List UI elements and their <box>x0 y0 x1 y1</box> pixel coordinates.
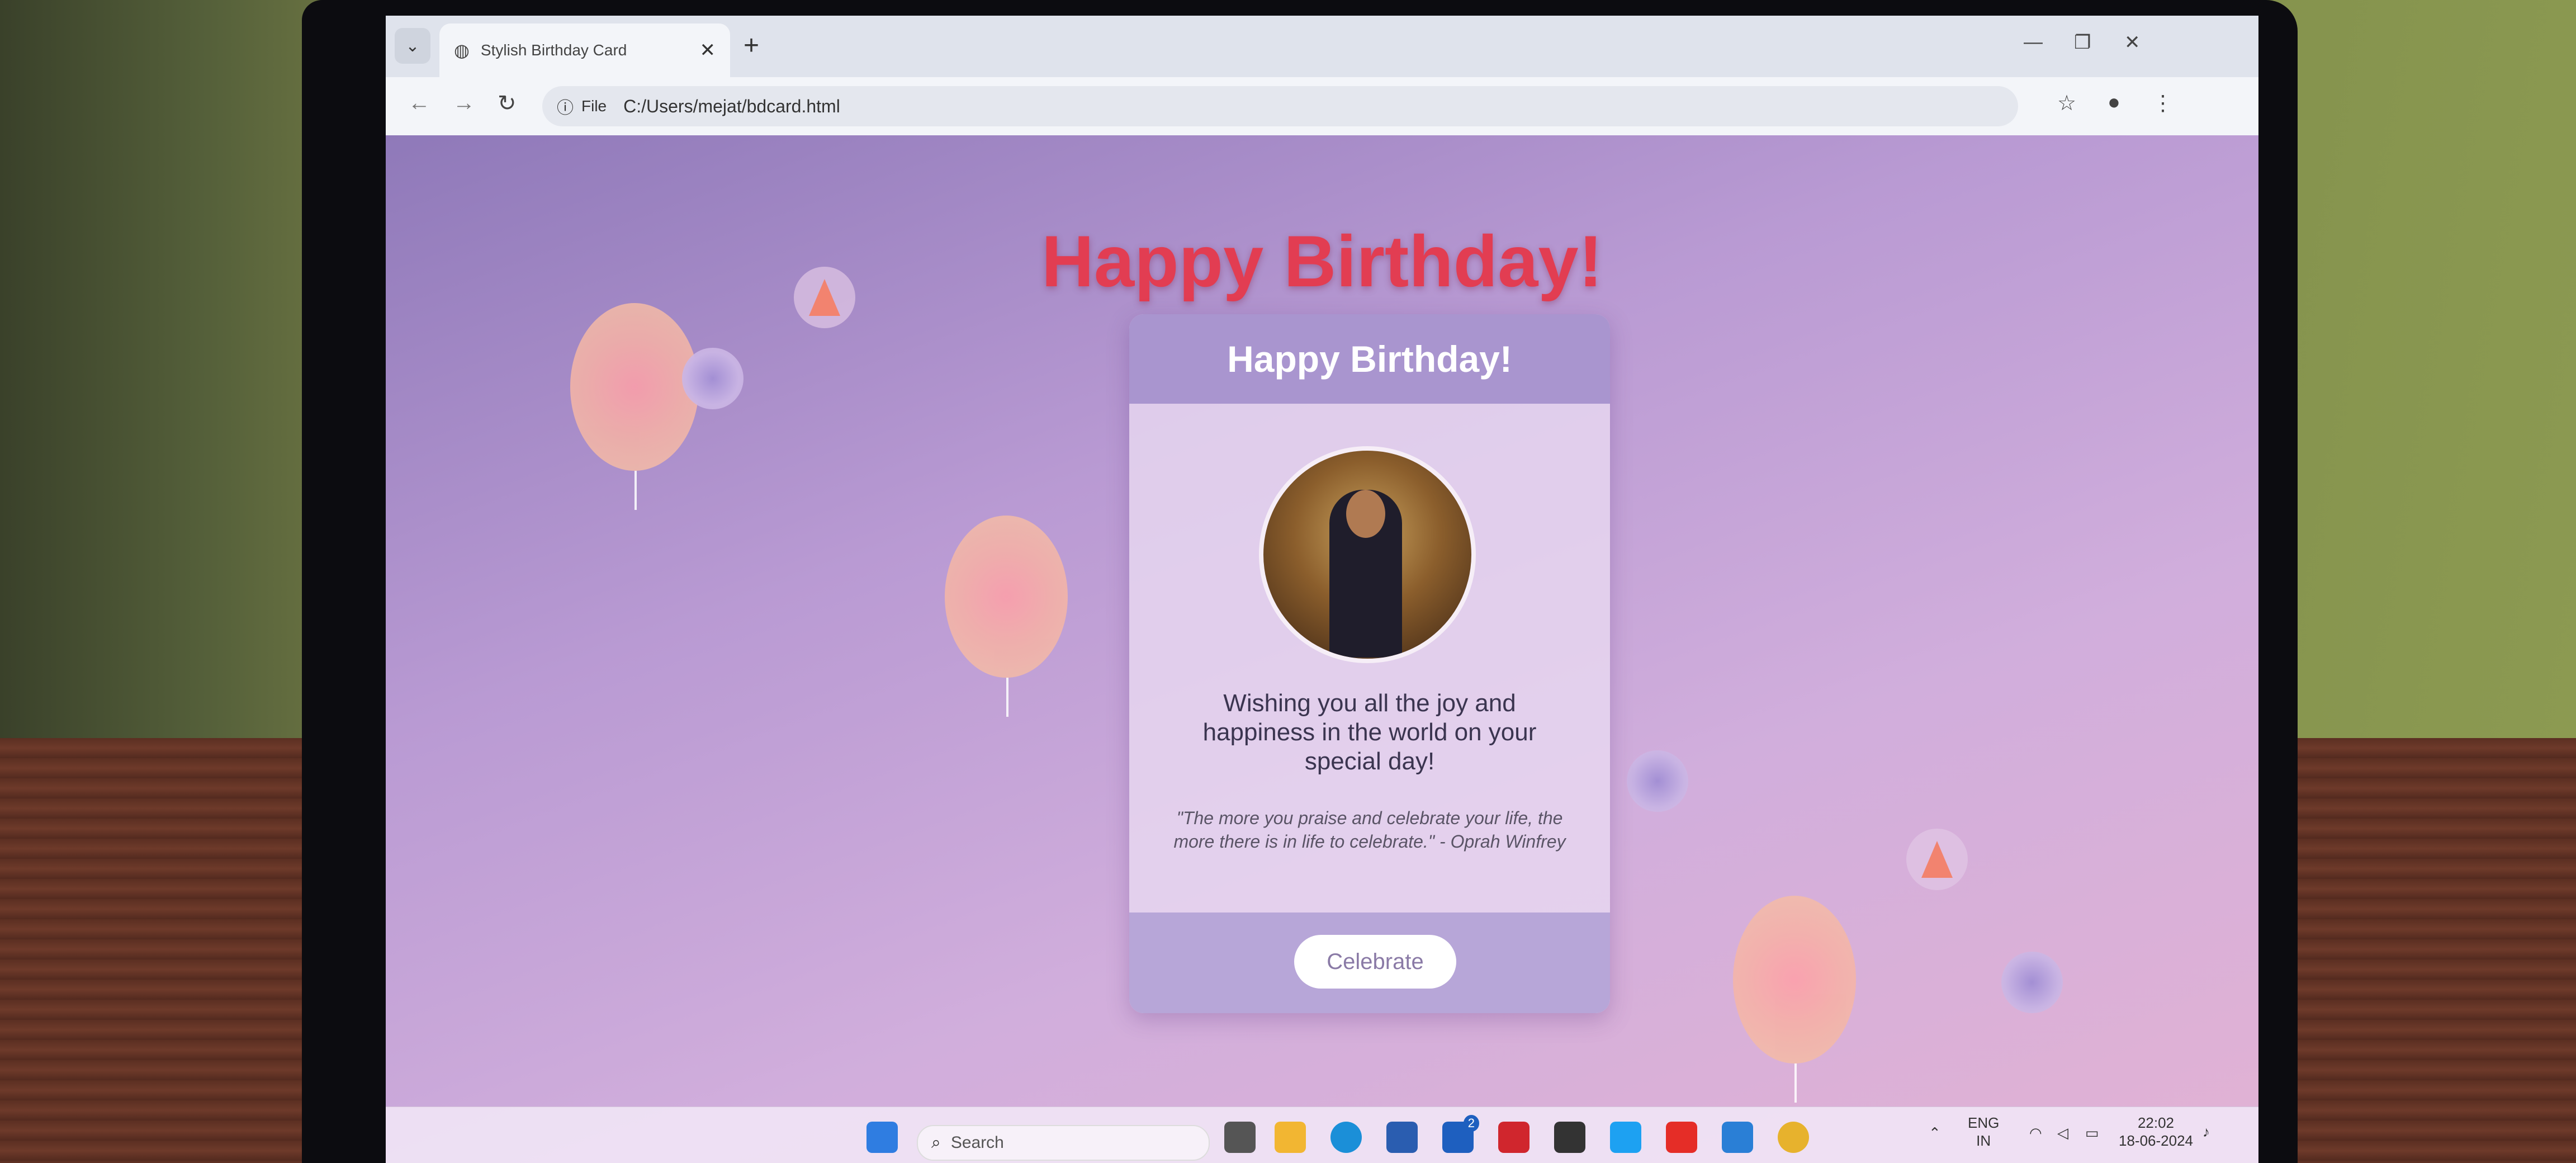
laptop-screen: ⌄ ◍ Stylish Birthday Card ✕ + — ❐ ✕ ← → … <box>386 16 2258 1163</box>
party-hat-icon <box>1906 829 1968 890</box>
mcafee-icon[interactable] <box>1498 1122 1530 1153</box>
language-code: ENG <box>1968 1114 2000 1131</box>
edge-icon[interactable] <box>1330 1122 1362 1153</box>
birthday-card: Happy Birthday! Wishing you all the joy … <box>1129 314 1610 1013</box>
maximize-icon[interactable]: ❐ <box>2074 31 2091 54</box>
browser-tab-bar: ⌄ ◍ Stylish Birthday Card ✕ + — ❐ ✕ <box>386 16 2258 77</box>
background-wall <box>0 0 347 811</box>
page-heading: Happy Birthday! <box>1041 220 1603 302</box>
language-indicator[interactable]: ENG IN <box>1968 1114 1999 1150</box>
browser-toolbar: ← → ↻ ⓘ File C:/Users/mejat/bdcard.html … <box>386 77 2258 136</box>
bubble <box>2001 952 2063 1013</box>
wifi-icon[interactable]: ◠ <box>2029 1124 2042 1142</box>
new-tab-button[interactable]: + <box>744 30 759 61</box>
windows-taskbar: ⌕ Search 2 ⌃ ENG IN ◠ ◁ ▭ 22:02 18-06-20… <box>386 1107 2258 1163</box>
celebrate-button[interactable]: Celebrate <box>1294 935 1456 989</box>
close-tab-icon[interactable]: ✕ <box>700 39 716 62</box>
balloon-string <box>634 471 637 510</box>
windows-start-icon[interactable] <box>866 1122 898 1153</box>
search-placeholder: Search <box>950 1133 1004 1152</box>
bubble <box>682 348 744 409</box>
battery-icon[interactable]: ▭ <box>2085 1124 2099 1142</box>
forward-icon[interactable]: → <box>453 91 475 116</box>
balloon <box>945 516 1068 717</box>
twitter-icon[interactable] <box>1610 1122 1641 1153</box>
back-icon[interactable]: ← <box>408 91 430 116</box>
clock-time: 22:02 <box>2137 1114 2175 1131</box>
bookmark-star-icon[interactable]: ☆ <box>2057 91 2076 116</box>
scheme-label: File <box>581 97 607 115</box>
birthday-quote: "The more you praise and celebrate your … <box>1173 808 1566 852</box>
info-icon[interactable]: ⓘ <box>557 94 574 119</box>
card-header: Happy Birthday! <box>1129 314 1610 404</box>
tab-search-dropdown-icon[interactable]: ⌄ <box>395 28 430 64</box>
birthday-message: Wishing you all the joy and happiness in… <box>1202 689 1537 775</box>
taskbar-search[interactable]: ⌕ Search <box>917 1125 1210 1161</box>
tab-title: Stylish Birthday Card <box>480 41 627 59</box>
profile-icon[interactable]: ● <box>2108 91 2120 115</box>
vscode-icon[interactable] <box>1722 1122 1753 1153</box>
minimize-icon[interactable]: — <box>2024 31 2043 53</box>
notification-bell-icon[interactable]: ♪ <box>2203 1123 2210 1141</box>
balloon-string <box>1006 678 1008 717</box>
task-view-icon[interactable] <box>1224 1122 1256 1153</box>
reload-icon[interactable]: ↻ <box>498 91 517 116</box>
menu-kebab-icon[interactable]: ⋮ <box>2152 91 2174 116</box>
party-hat-icon <box>794 267 855 328</box>
dropbox-icon[interactable] <box>1554 1122 1585 1153</box>
tray-chevron-icon[interactable]: ⌃ <box>1929 1124 1941 1142</box>
bubble <box>1627 750 1688 812</box>
balloon-string <box>1794 1063 1797 1103</box>
file-explorer-icon[interactable] <box>1275 1122 1306 1153</box>
app-l-icon[interactable]: 2 <box>1442 1115 1479 1153</box>
page-content: Happy Birthday! Happy Birthday! Wishing … <box>386 135 2258 1163</box>
balloon <box>1733 896 1856 1103</box>
youtube-icon[interactable] <box>1666 1122 1697 1153</box>
volume-icon[interactable]: ◁ <box>2057 1124 2068 1142</box>
clock[interactable]: 22:02 18-06-2024 <box>2119 1114 2193 1150</box>
card-title: Happy Birthday! <box>1227 338 1512 380</box>
search-icon: ⌕ <box>931 1133 941 1152</box>
store-icon[interactable] <box>1386 1122 1418 1153</box>
browser-tab[interactable]: ◍ Stylish Birthday Card ✕ <box>439 23 730 77</box>
balloon <box>570 303 699 510</box>
card-footer: Celebrate <box>1129 913 1610 1013</box>
url-text: C:/Users/mejat/bdcard.html <box>623 96 840 116</box>
close-window-icon[interactable]: ✕ <box>2124 31 2141 54</box>
chrome-icon[interactable] <box>1778 1122 1809 1153</box>
clock-date: 18-06-2024 <box>2119 1132 2193 1149</box>
notification-badge: 2 <box>1463 1115 1479 1132</box>
globe-icon: ◍ <box>454 40 470 60</box>
region-code: IN <box>1976 1132 1991 1149</box>
address-bar[interactable]: ⓘ File C:/Users/mejat/bdcard.html <box>542 86 2018 126</box>
profile-photo <box>1259 446 1476 663</box>
person-head <box>1346 490 1385 538</box>
